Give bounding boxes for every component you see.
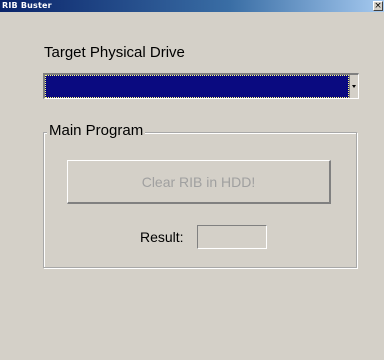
chevron-down-icon[interactable] xyxy=(349,75,358,98)
drive-select-value[interactable] xyxy=(45,75,349,98)
drive-select[interactable] xyxy=(43,73,359,99)
drive-label: Target Physical Drive xyxy=(44,44,185,61)
main-program-legend: Main Program xyxy=(47,122,146,139)
title-bar[interactable]: RIB Buster × xyxy=(0,0,384,12)
clear-rib-button[interactable]: Clear RIB in HDD! xyxy=(67,160,331,204)
result-label: Result: xyxy=(140,229,184,245)
window-title: RIB Buster xyxy=(2,1,52,10)
app-window: RIB Buster × Target Physical Drive Main … xyxy=(0,0,384,360)
close-button[interactable]: × xyxy=(373,1,383,11)
close-icon: × xyxy=(374,1,382,11)
result-field xyxy=(197,225,267,249)
